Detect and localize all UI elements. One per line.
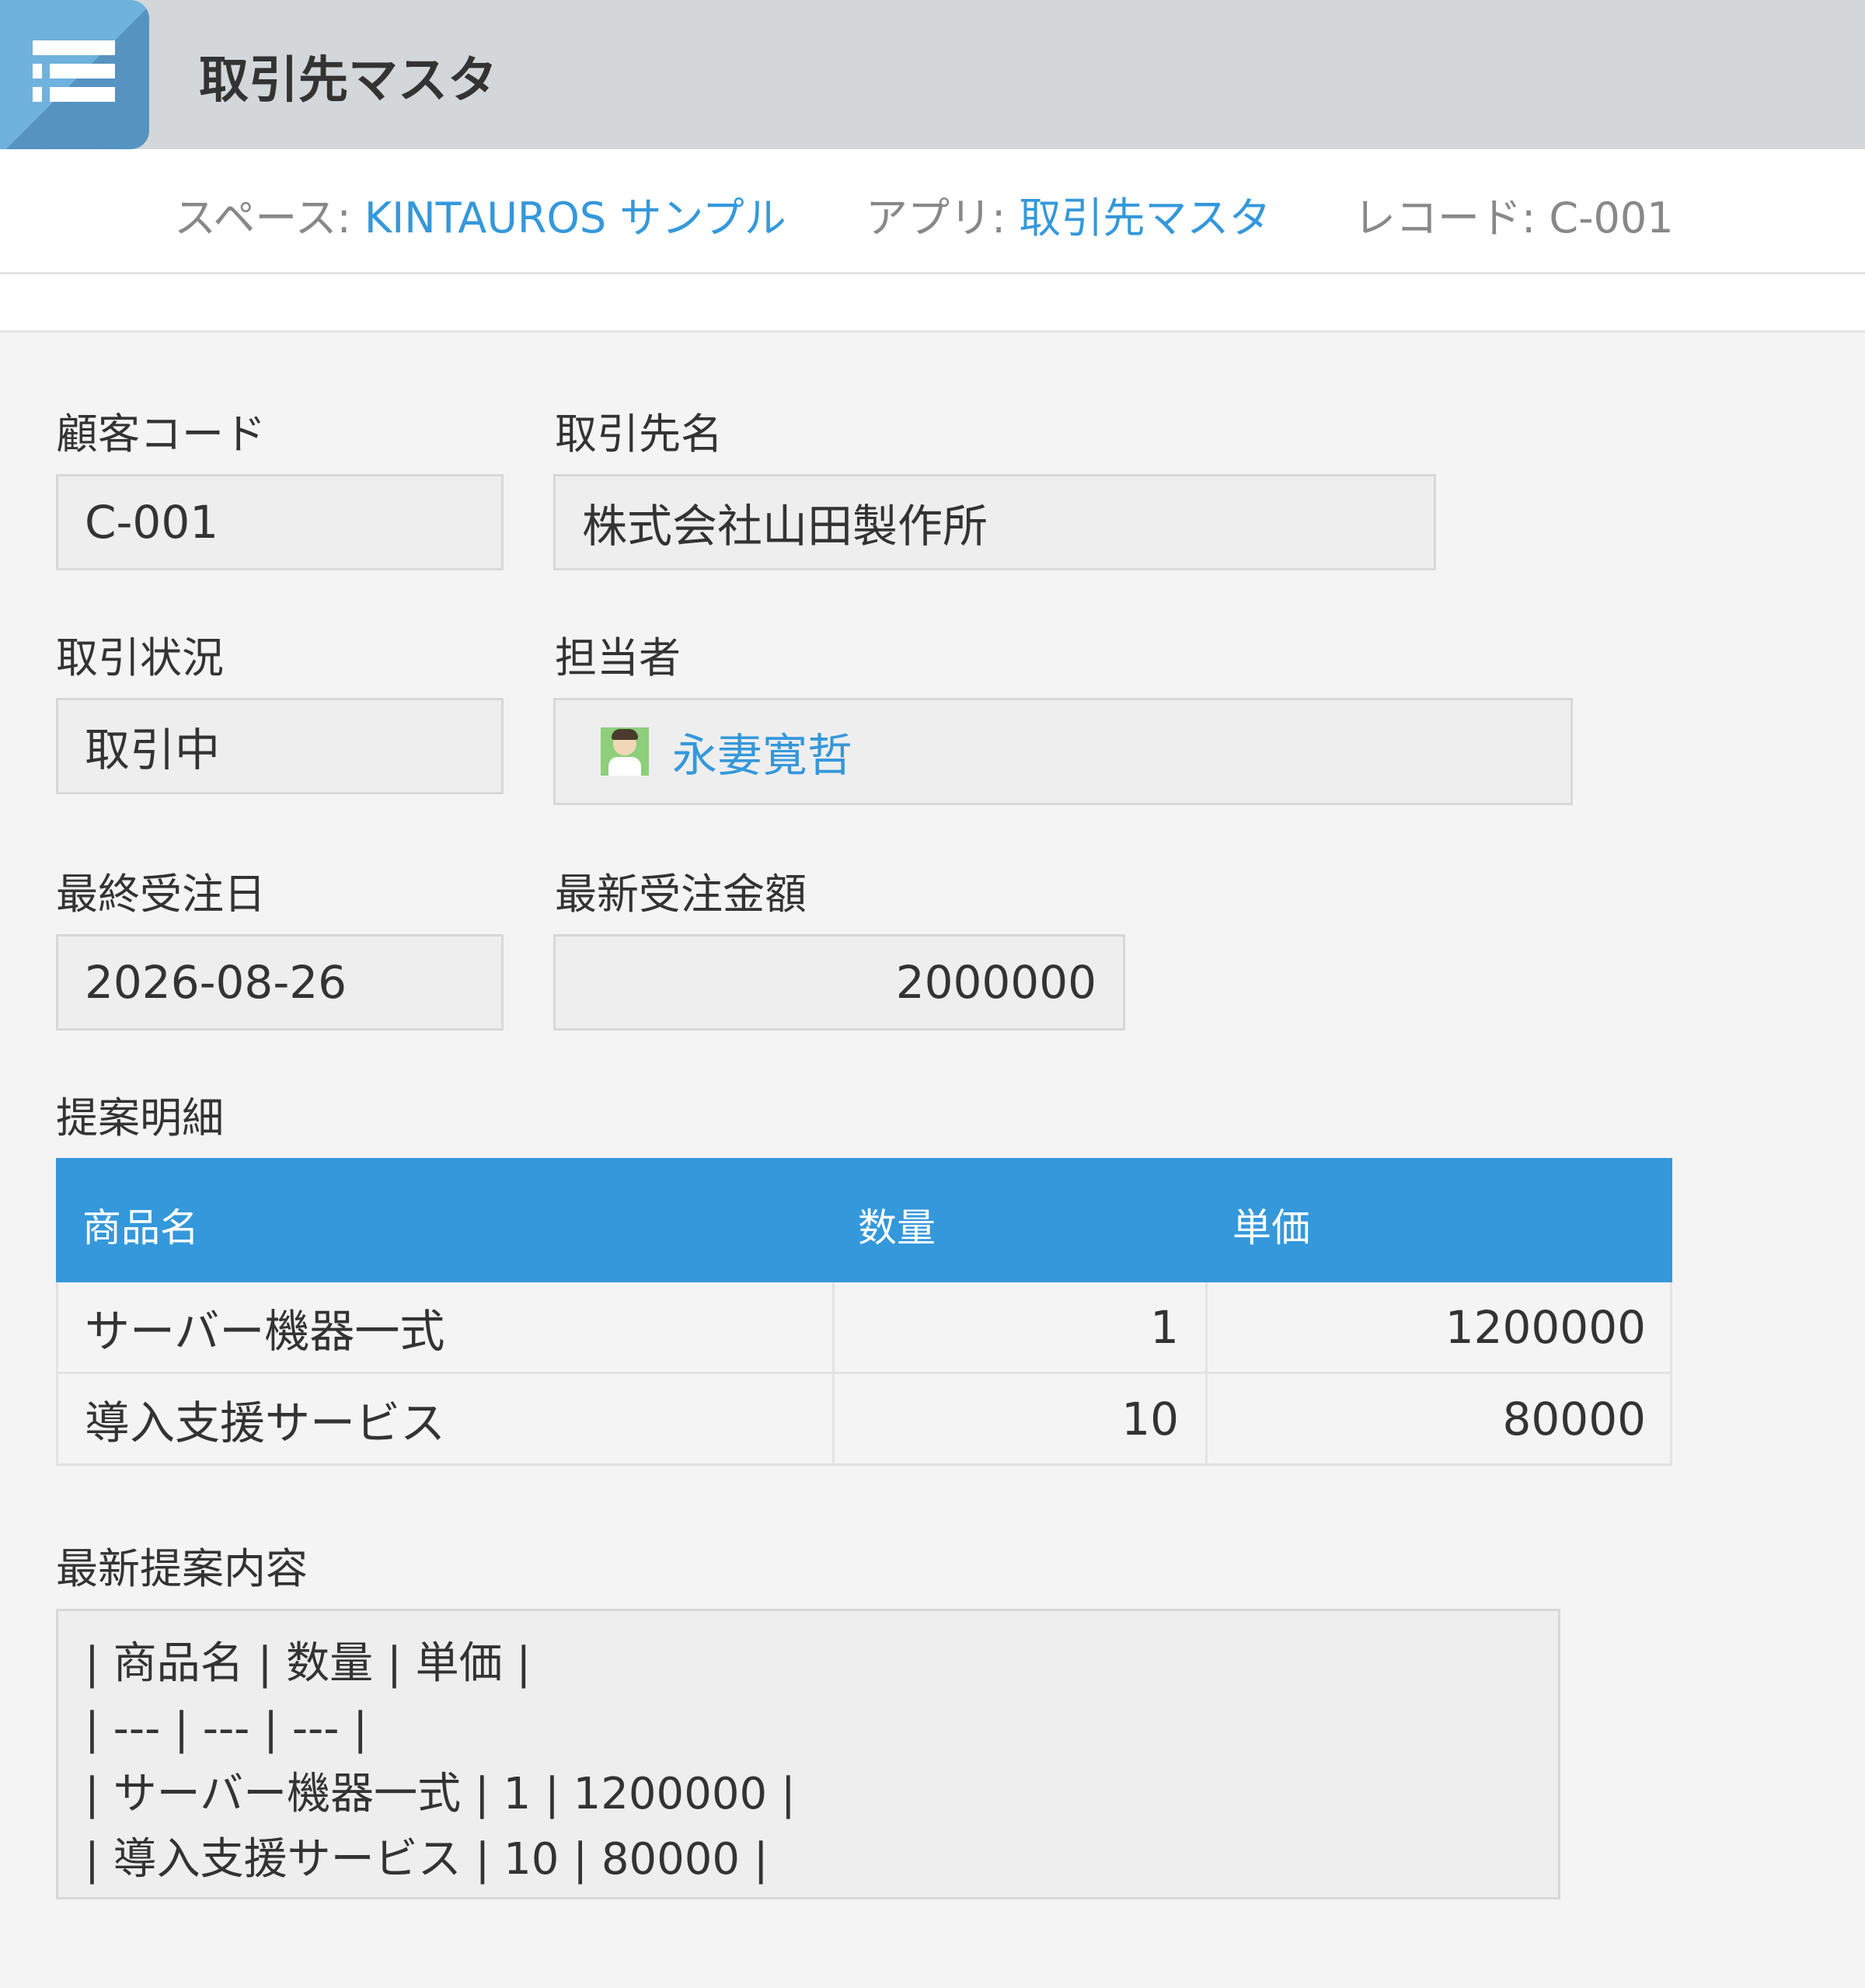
- company-name-field: 株式会社山田製作所: [553, 474, 1436, 570]
- record-toolbar: [0, 274, 1865, 333]
- last-order-date-label: 最終受注日: [56, 870, 266, 919]
- customer-code-field: C-001: [56, 474, 504, 570]
- table-row: 導入支援サービス 10 80000: [56, 1374, 1672, 1466]
- latest-proposal-line: | 導入支援サービス | 10 | 80000 |: [85, 1834, 769, 1885]
- app-header: 取引先マスタ: [0, 0, 1865, 149]
- latest-order-amount-label: 最新受注金額: [555, 870, 807, 919]
- proposal-table-label: 提案明細: [56, 1093, 224, 1142]
- customer-code-label: 顧客コード: [56, 410, 266, 459]
- assignee-label: 担当者: [555, 633, 681, 682]
- column-header-unit-price: 単価: [1232, 1205, 1310, 1250]
- table-cell-product: 導入支援サービス: [85, 1396, 446, 1449]
- latest-proposal-textarea: | 商品名 | 数量 | 単価 | | --- | --- | --- | | …: [56, 1609, 1560, 1899]
- table-cell-unit-price: 1200000: [1205, 1282, 1672, 1372]
- breadcrumb-record-value: C-001: [1549, 194, 1674, 242]
- last-order-date-value: 2026-08-26: [85, 956, 347, 1009]
- breadcrumb-record: レコード: C-001: [1354, 183, 1674, 245]
- table-cell-quantity: 1: [832, 1282, 1205, 1372]
- table-cell-product: サーバー機器一式: [85, 1304, 445, 1358]
- deal-status-field: 取引中: [56, 698, 504, 794]
- breadcrumb-space-link[interactable]: KINTAUROS サンプル: [364, 194, 786, 242]
- breadcrumb-app-label: アプリ:: [866, 194, 1020, 242]
- latest-order-amount-field: 2000000: [553, 934, 1125, 1031]
- table-row: サーバー機器一式 1 1200000: [56, 1282, 1672, 1374]
- table-cell-unit-price: 80000: [1205, 1374, 1672, 1463]
- breadcrumb-record-label: レコード:: [1354, 194, 1550, 242]
- breadcrumb-app-link[interactable]: 取引先マスタ: [1019, 194, 1271, 242]
- company-name-label: 取引先名: [555, 410, 723, 459]
- breadcrumb: スペース: KINTAUROS サンプル アプリ: 取引先マスタ レコード: C…: [0, 149, 1865, 274]
- user-avatar-icon: [601, 727, 649, 776]
- customer-code-value: C-001: [85, 496, 219, 549]
- breadcrumb-space-label: スペース:: [174, 194, 364, 242]
- breadcrumb-app: アプリ: 取引先マスタ: [866, 183, 1271, 245]
- assignee-user-link[interactable]: 永妻寛哲: [672, 719, 852, 784]
- company-name-value: 株式会社山田製作所: [582, 500, 988, 553]
- app-title: 取引先マスタ: [199, 52, 497, 110]
- proposal-table: 商品名 数量 単価 サーバー機器一式 1 1200000 導入支援サービス 10…: [56, 1158, 1672, 1466]
- assignee-field: 永妻寛哲: [553, 698, 1573, 805]
- table-header: 商品名 数量 単価: [56, 1158, 1672, 1282]
- column-header-product: 商品名: [82, 1205, 199, 1250]
- list-icon[interactable]: [0, 0, 149, 149]
- column-header-quantity: 数量: [858, 1205, 936, 1250]
- last-order-date-field: 2026-08-26: [56, 934, 504, 1031]
- latest-proposal-line: | サーバー機器一式 | 1 | 1200000 |: [85, 1769, 796, 1819]
- latest-order-amount-value: 2000000: [895, 956, 1096, 1009]
- latest-proposal-line: | --- | --- | --- |: [85, 1704, 368, 1754]
- deal-status-value: 取引中: [85, 724, 221, 776]
- latest-proposal-line: | 商品名 | 数量 | 単価 |: [85, 1638, 532, 1689]
- deal-status-label: 取引状況: [56, 633, 224, 682]
- table-cell-quantity: 10: [832, 1374, 1205, 1463]
- breadcrumb-space: スペース: KINTAUROS サンプル: [174, 183, 786, 245]
- latest-proposal-label: 最新提案内容: [56, 1544, 308, 1593]
